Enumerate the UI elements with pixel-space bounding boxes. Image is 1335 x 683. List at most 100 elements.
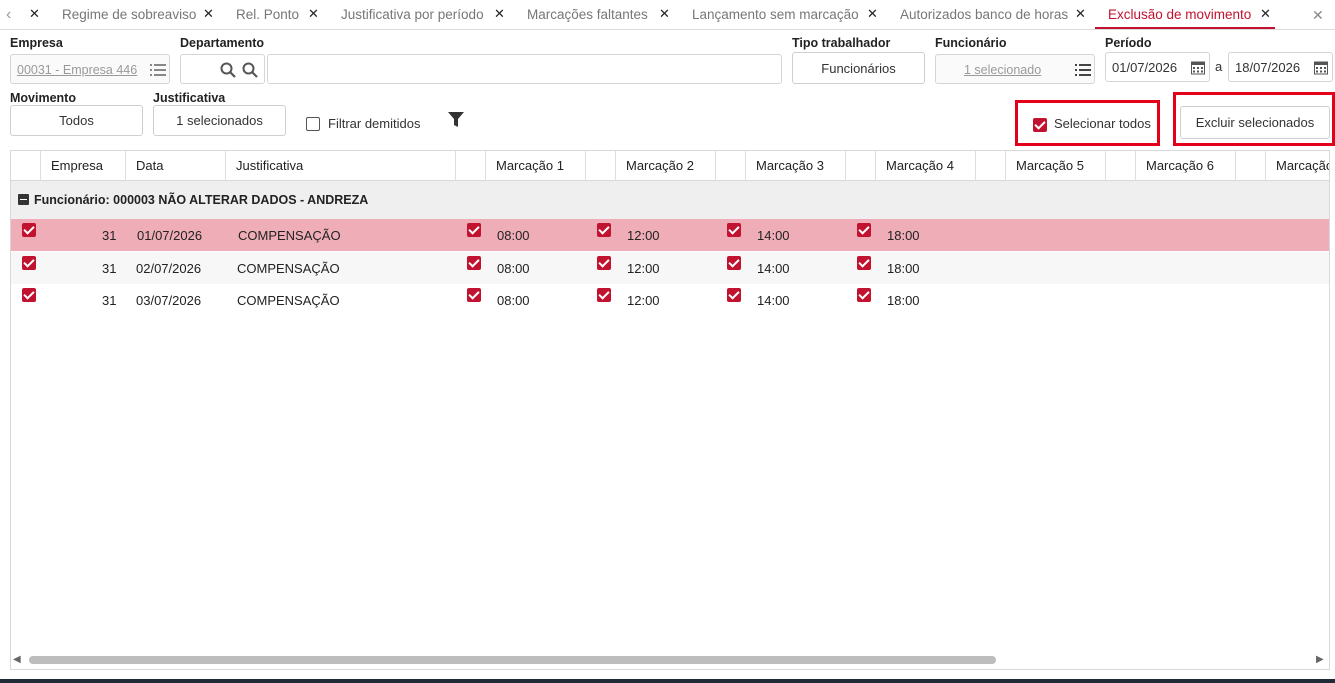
- tab-justificativa-periodo[interactable]: Justificativa por período: [341, 7, 484, 22]
- tab-regime-sobreaviso[interactable]: Regime de sobreaviso: [62, 7, 196, 22]
- search-icon[interactable]: [242, 62, 258, 78]
- close-tab-icon[interactable]: ✕: [494, 6, 505, 22]
- marcacao-1-checkbox[interactable]: [467, 256, 481, 270]
- cell-marcacao-3: 14:00: [757, 228, 790, 243]
- cell-marcacao-1: 08:00: [497, 293, 530, 308]
- cell-marcacao-3: 14:00: [757, 293, 790, 308]
- tab-exclusao-movimento[interactable]: Exclusão de movimento: [1108, 7, 1251, 22]
- header-data[interactable]: Data: [126, 151, 226, 181]
- calendar-icon[interactable]: [1314, 60, 1328, 75]
- tab-autorizados-banco-horas[interactable]: Autorizados banco de horas: [900, 7, 1068, 22]
- tipo-trabalhador-label: Tipo trabalhador: [792, 36, 891, 50]
- table-row[interactable]: 31 01/07/2026 COMPENSAÇÃO 08:00 12:00 14…: [11, 219, 1329, 251]
- periodo-separator: a: [1215, 59, 1223, 74]
- marcacao-1-checkbox[interactable]: [467, 223, 481, 237]
- close-tab-icon[interactable]: ✕: [1260, 6, 1271, 22]
- marcacao-2-checkbox[interactable]: [597, 256, 611, 270]
- cell-marcacao-1: 08:00: [497, 228, 530, 243]
- marcacao-3-checkbox[interactable]: [727, 223, 741, 237]
- tab-lancamento-sem-marcacao[interactable]: Lançamento sem marcação: [692, 7, 859, 22]
- filter-icon[interactable]: [448, 112, 464, 128]
- tipo-trabalhador-select[interactable]: Funcionários: [792, 52, 925, 84]
- list-icon[interactable]: [1075, 63, 1091, 77]
- close-tab-icon[interactable]: ✕: [203, 6, 214, 22]
- marcacao-1-checkbox[interactable]: [467, 288, 481, 302]
- header-marcacao-6[interactable]: Marcação 6: [1136, 151, 1236, 181]
- tab-rel-ponto[interactable]: Rel. Ponto: [236, 7, 299, 22]
- departamento-description-field[interactable]: [267, 54, 782, 84]
- horizontal-scrollbar[interactable]: ◀ ▶: [10, 653, 1330, 667]
- cell-marcacao-4: 18:00: [887, 261, 920, 276]
- justificativa-select[interactable]: 1 selecionados: [153, 105, 286, 136]
- cell-justificativa: COMPENSAÇÃO: [237, 261, 340, 276]
- cell-marcacao-2: 12:00: [627, 293, 660, 308]
- cell-marcacao-3: 14:00: [757, 261, 790, 276]
- chevron-left-icon[interactable]: ‹: [6, 6, 11, 24]
- close-tab-icon[interactable]: ✕: [867, 6, 878, 22]
- periodo-inicio-field[interactable]: 01/07/2026: [1105, 52, 1210, 82]
- calendar-icon[interactable]: [1191, 60, 1205, 75]
- header-check-m3: [716, 151, 746, 181]
- empresa-field[interactable]: 00031 - Empresa 446: [10, 54, 170, 84]
- tab-marcacoes-faltantes[interactable]: Marcações faltantes: [527, 7, 648, 22]
- scroll-right-icon[interactable]: ▶: [1316, 654, 1324, 665]
- marcacao-2-checkbox[interactable]: [597, 223, 611, 237]
- cell-justificativa: COMPENSAÇÃO: [237, 293, 340, 308]
- scroll-left-icon[interactable]: ◀: [13, 654, 21, 665]
- header-empresa[interactable]: Empresa: [41, 151, 126, 181]
- funcionario-field[interactable]: 1 selecionado: [935, 54, 1095, 84]
- row-select-checkbox[interactable]: [22, 256, 36, 270]
- movimento-label: Movimento: [10, 91, 76, 105]
- cell-marcacao-2: 12:00: [627, 261, 660, 276]
- scrollbar-thumb[interactable]: [29, 656, 996, 664]
- empresa-label: Empresa: [10, 36, 63, 50]
- marcacao-3-checkbox[interactable]: [727, 288, 741, 302]
- cell-marcacao-1: 08:00: [497, 261, 530, 276]
- funcionario-label: Funcionário: [935, 36, 1007, 50]
- departamento-code-field[interactable]: [180, 54, 265, 84]
- collapse-icon[interactable]: [18, 194, 29, 205]
- list-icon[interactable]: [150, 63, 166, 77]
- marcacao-4-checkbox[interactable]: [857, 223, 871, 237]
- header-marcacao-7[interactable]: Marcação: [1266, 151, 1329, 181]
- periodo-inicio-value: 01/07/2026: [1112, 60, 1178, 75]
- cell-marcacao-4: 18:00: [887, 293, 920, 308]
- header-marcacao-5[interactable]: Marcação 5: [1006, 151, 1106, 181]
- selecionar-todos-checkbox[interactable]: [1033, 118, 1047, 132]
- close-tab-icon[interactable]: ✕: [29, 6, 40, 22]
- marcacao-4-checkbox[interactable]: [857, 288, 871, 302]
- close-tab-icon[interactable]: ✕: [1075, 6, 1086, 22]
- filtrar-demitidos-checkbox[interactable]: [306, 117, 320, 131]
- header-check-m7: [1236, 151, 1266, 181]
- periodo-fim-value: 18/07/2026: [1235, 60, 1301, 75]
- close-tab-icon[interactable]: ✕: [308, 6, 319, 22]
- marcacao-4-checkbox[interactable]: [857, 256, 871, 270]
- table-row[interactable]: 31 03/07/2026 COMPENSAÇÃO 08:00 12:00 14…: [11, 284, 1329, 316]
- header-check-m1: [456, 151, 486, 181]
- periodo-fim-field[interactable]: 18/07/2026: [1228, 52, 1333, 82]
- cell-empresa: 31: [102, 261, 117, 276]
- header-marcacao-1[interactable]: Marcação 1: [486, 151, 586, 181]
- close-tab-icon[interactable]: ✕: [659, 6, 670, 22]
- search-icon[interactable]: [220, 62, 236, 78]
- excluir-selecionados-button[interactable]: Excluir selecionados: [1180, 106, 1330, 139]
- marcacao-2-checkbox[interactable]: [597, 288, 611, 302]
- header-marcacao-3[interactable]: Marcação 3: [746, 151, 846, 181]
- close-icon[interactable]: ✕: [1312, 7, 1324, 24]
- active-tab-indicator: [1095, 27, 1275, 29]
- cell-data: 01/07/2026: [137, 228, 203, 243]
- marcacao-3-checkbox[interactable]: [727, 256, 741, 270]
- cell-marcacao-4: 18:00: [887, 228, 920, 243]
- movimento-select[interactable]: Todos: [10, 105, 143, 136]
- header-check-m6: [1106, 151, 1136, 181]
- table-row[interactable]: 31 02/07/2026 COMPENSAÇÃO 08:00 12:00 14…: [11, 252, 1329, 284]
- row-select-checkbox[interactable]: [22, 288, 36, 302]
- header-marcacao-4[interactable]: Marcação 4: [876, 151, 976, 181]
- header-check-m5: [976, 151, 1006, 181]
- group-row[interactable]: Funcionário: 000003 NÃO ALTERAR DADOS - …: [11, 181, 1329, 219]
- header-marcacao-2[interactable]: Marcação 2: [616, 151, 716, 181]
- cell-empresa: 31: [102, 228, 117, 243]
- row-select-checkbox[interactable]: [22, 223, 36, 237]
- justificativa-label: Justificativa: [153, 91, 226, 105]
- header-justificativa[interactable]: Justificativa: [226, 151, 456, 181]
